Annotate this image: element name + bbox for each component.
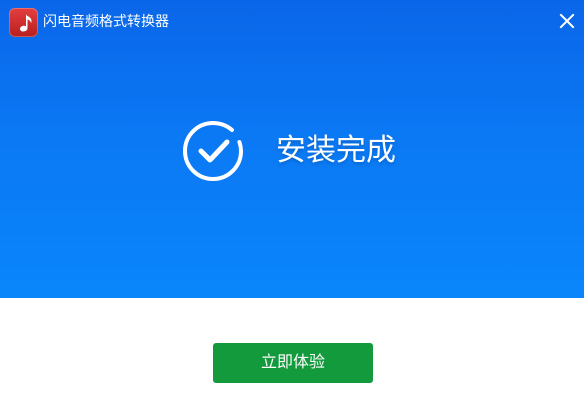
try-now-button[interactable]: 立即体验 xyxy=(213,343,373,383)
check-circle-icon xyxy=(182,120,244,182)
close-button[interactable] xyxy=(556,10,578,32)
install-complete-text: 安装完成 xyxy=(276,133,396,168)
install-banner: 闪电音频格式转换器 安装完成 xyxy=(0,0,584,298)
success-status-icon-wrapper xyxy=(182,115,246,187)
close-icon xyxy=(559,13,575,29)
app-title: 闪电音频格式转换器 xyxy=(43,14,169,30)
music-note-icon xyxy=(20,14,32,32)
installer-window: 闪电音频格式转换器 安装完成 立即体验 xyxy=(0,0,584,412)
app-logo xyxy=(9,8,38,37)
title-bar: 闪电音频格式转换器 xyxy=(0,0,584,42)
